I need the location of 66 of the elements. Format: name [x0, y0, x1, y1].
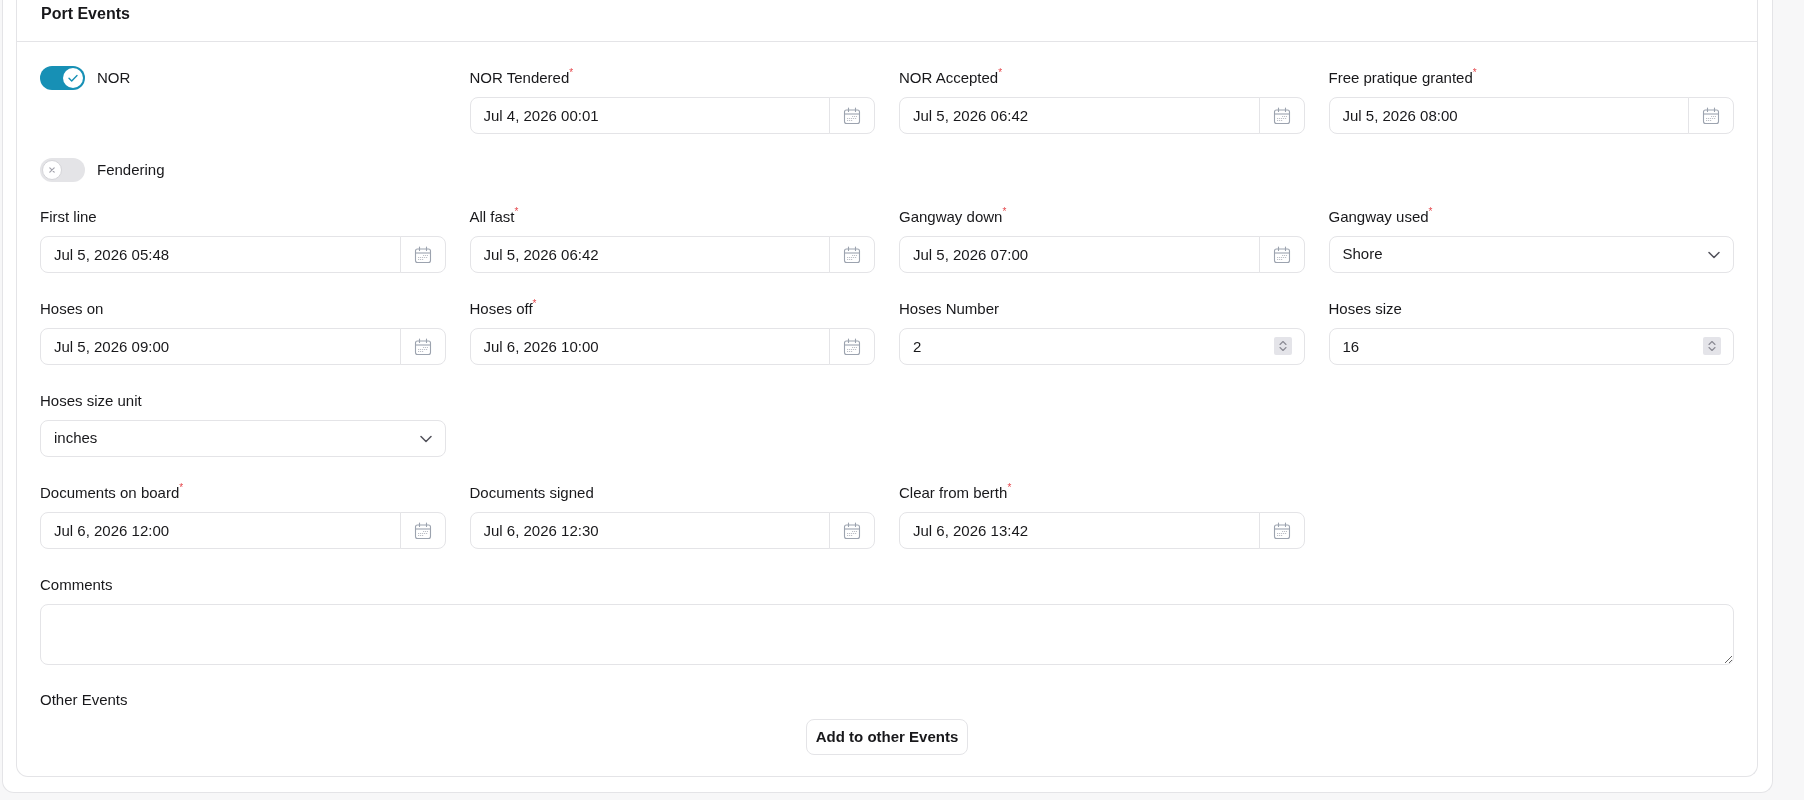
calendar-icon — [1702, 106, 1720, 125]
field-label: All fast$^{*}$ — [469, 206, 519, 227]
calendar-button[interactable] — [829, 512, 875, 549]
calendar-button[interactable] — [829, 97, 875, 134]
field-label: Gangway used$^{*}$ — [1328, 206, 1433, 227]
field-label: Gangway down$^{*}$ — [899, 206, 1007, 227]
add-event-button[interactable]: Add to other Events — [805, 719, 969, 755]
date-time-field[interactable]: Jul 5, 2026 08:00 — [1328, 97, 1689, 134]
field-label: NOR Tendered$^{*}$ — [469, 67, 574, 88]
x-icon — [42, 160, 62, 180]
field-label: First line — [40, 207, 97, 227]
calendar-button[interactable] — [829, 328, 875, 365]
calendar-button[interactable] — [399, 512, 446, 549]
number-field[interactable]: 2 — [899, 328, 1305, 365]
field-label: Clear from berth$^{*}$ — [899, 482, 1012, 503]
section-title: Port Events — [41, 4, 130, 24]
section-label: Other Events — [40, 690, 128, 710]
field-label: Documents signed — [469, 483, 594, 503]
date-time-field[interactable]: Jul 6, 2026 12:30 — [469, 512, 830, 549]
number-field[interactable]: 16 — [1328, 328, 1734, 365]
field-label: Hoses off$^{*}$ — [469, 298, 537, 319]
toggle-switch[interactable] — [40, 66, 85, 90]
calendar-button[interactable] — [399, 236, 446, 273]
date-time-field[interactable]: Jul 5, 2026 06:42 — [469, 236, 830, 273]
field-label: NOR Accepted$^{*}$ — [899, 67, 1003, 88]
date-time-field[interactable]: Jul 6, 2026 10:00 — [469, 328, 830, 365]
comments-field[interactable] — [40, 604, 1734, 665]
toggle-label: NOR — [97, 68, 131, 88]
calendar-icon — [843, 106, 861, 125]
field-label: Hoses Number — [899, 299, 1000, 319]
calendar-button[interactable] — [399, 328, 446, 365]
calendar-button[interactable] — [1258, 97, 1305, 134]
calendar-button[interactable] — [1258, 236, 1305, 273]
chevron-down-icon — [419, 434, 432, 443]
check-icon — [63, 68, 83, 88]
date-time-field[interactable]: Jul 5, 2026 07:00 — [899, 236, 1260, 273]
date-time-field[interactable]: Jul 5, 2026 06:42 — [899, 97, 1260, 134]
field-label: Hoses on — [40, 299, 104, 319]
calendar-icon — [1272, 106, 1291, 125]
dropdown-field[interactable]: Shore — [1328, 236, 1734, 273]
date-time-field[interactable]: Jul 5, 2026 09:00 — [40, 328, 401, 365]
date-time-field[interactable]: Jul 6, 2026 13:42 — [899, 512, 1260, 549]
stepper-icon[interactable] — [1703, 337, 1721, 355]
calendar-icon — [843, 245, 861, 264]
dropdown-field[interactable]: inches — [40, 420, 446, 457]
date-time-field[interactable]: Jul 5, 2026 05:48 — [40, 236, 401, 273]
calendar-icon — [843, 521, 861, 540]
calendar-button[interactable] — [1258, 512, 1305, 549]
date-time-field[interactable]: Jul 6, 2026 12:00 — [40, 512, 401, 549]
date-time-field[interactable]: Jul 4, 2026 00:01 — [469, 97, 830, 134]
field-label: Documents on board$^{*}$ — [40, 482, 184, 503]
calendar-icon — [413, 521, 432, 540]
toggle-switch[interactable] — [40, 158, 85, 182]
field-label: Comments — [40, 575, 113, 595]
chevron-down-icon — [1708, 250, 1720, 259]
calendar-icon — [413, 245, 432, 264]
field-label: Hoses size unit — [40, 391, 142, 411]
calendar-icon — [1272, 245, 1291, 264]
calendar-button[interactable] — [1688, 97, 1734, 134]
field-label: Hoses size — [1328, 299, 1402, 319]
calendar-icon — [1272, 521, 1291, 540]
calendar-button[interactable] — [829, 236, 875, 273]
calendar-icon — [843, 337, 861, 356]
field-label: Free pratique granted$^{*}$ — [1328, 67, 1477, 88]
toggle-label: Fendering — [97, 160, 165, 180]
calendar-icon — [413, 337, 432, 356]
